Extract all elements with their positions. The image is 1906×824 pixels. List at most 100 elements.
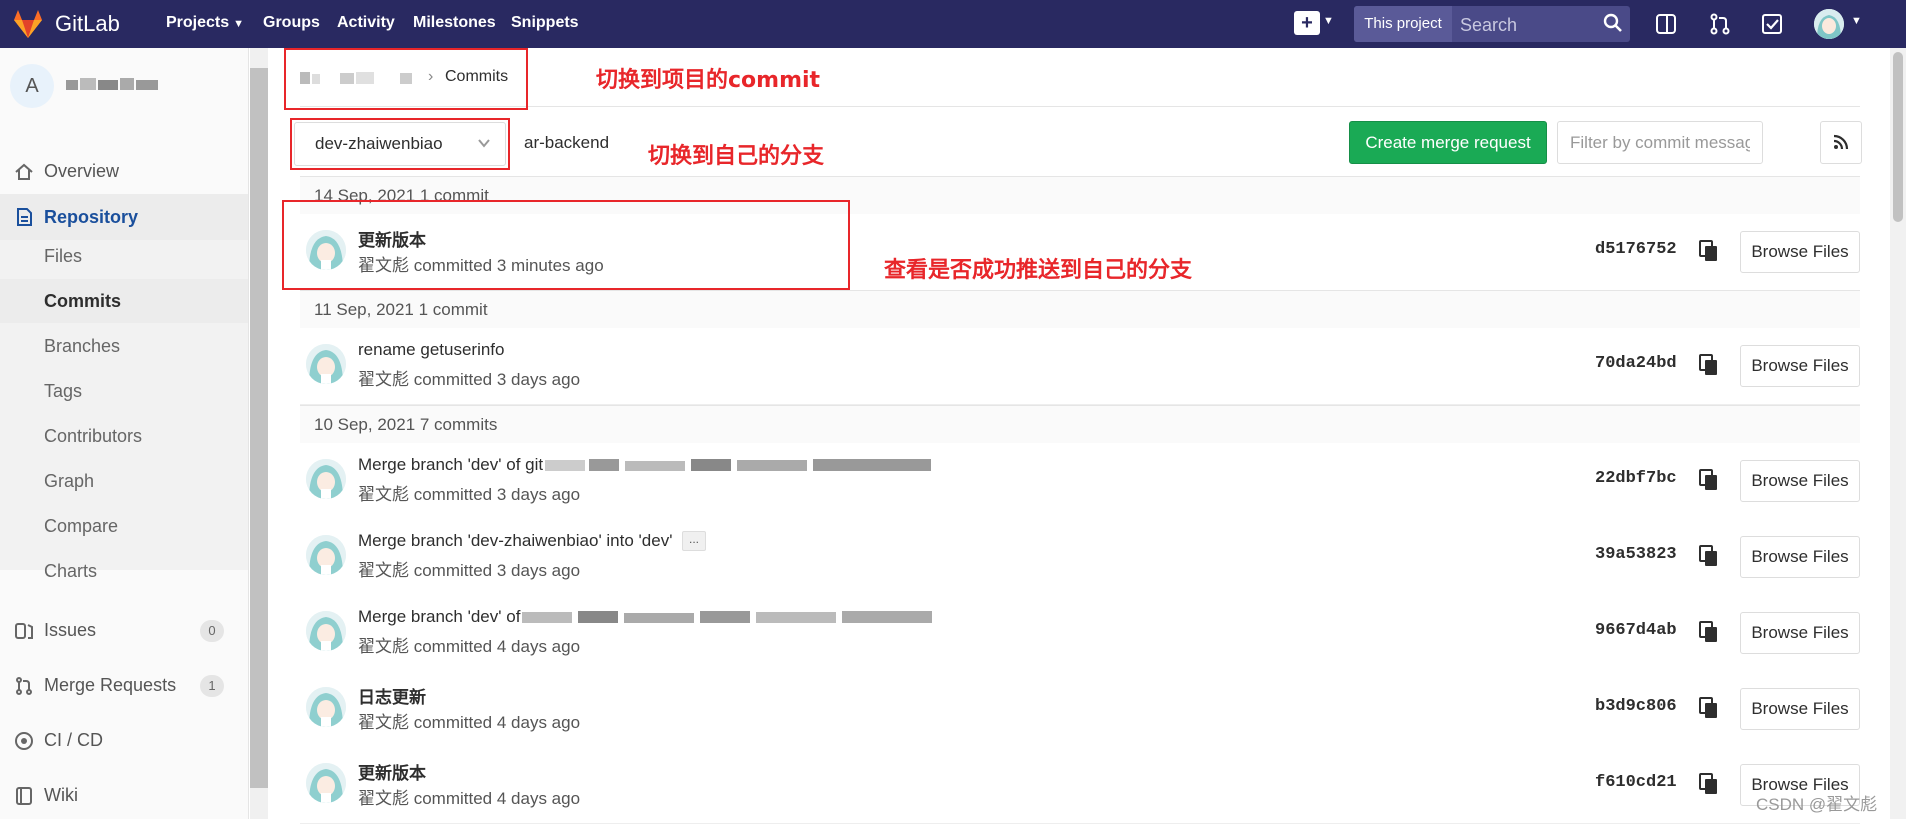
commit-sha[interactable]: 70da24bd [1595,354,1677,373]
nav-milestones[interactable]: Milestones [413,14,496,32]
sidebar-item-contributors[interactable]: Contributors [0,414,248,458]
search-icon[interactable] [1602,12,1624,34]
committer-avatar[interactable] [306,611,346,651]
commit-meta: 翟文彪 committed 3 days ago [358,561,581,580]
project-name-blurred[interactable] [66,76,166,92]
annotation-box-breadcrumb [284,48,528,110]
commit-sha[interactable]: 9667d4ab [1595,621,1677,640]
commit-sha[interactable]: d5176752 [1595,240,1677,259]
committer-avatar[interactable] [306,763,346,803]
annotation-box-latest-commit [282,200,850,290]
project-sidebar: A Overview Repository Files Commits Bran… [0,48,249,819]
merge-request-icon [16,677,32,695]
search-input[interactable] [1458,6,1602,42]
commit-meta: 翟文彪 committed 3 days ago [358,485,581,504]
browse-files-button[interactable]: Browse Files [1740,536,1860,578]
sidebar-item-overview[interactable]: Overview [0,151,248,191]
merge-request-icon[interactable] [1708,12,1732,36]
wiki-icon [16,787,32,805]
rss-icon [1833,134,1849,150]
commit-sha[interactable]: f610cd21 [1595,773,1677,792]
commit-title[interactable]: rename getuserinfo [358,340,504,360]
nav-snippets[interactable]: Snippets [511,14,579,32]
sidebar-item-branches[interactable]: Branches [0,324,248,368]
sidebar-scrollbar-thumb[interactable] [250,68,268,788]
page-scrollbar-thumb[interactable] [1893,52,1903,222]
ci-cd-icon [15,732,33,750]
repository-path: ar-backend [524,133,610,152]
user-avatar[interactable] [1814,9,1844,39]
anime-avatar-icon [306,344,346,384]
commit-sha[interactable]: 22dbf7bc [1595,469,1677,488]
nav-projects[interactable]: Projects ▼ [166,14,244,32]
create-merge-request-button[interactable]: Create merge request [1349,121,1547,164]
browse-files-button[interactable]: Browse Files [1740,612,1860,654]
committer-avatar[interactable] [306,535,346,575]
rss-feed-button[interactable] [1820,121,1862,164]
sidebar-item-charts[interactable]: Charts [0,549,248,593]
commit-title-blurred[interactable] [545,457,931,473]
sidebar-item-label: Repository [44,207,139,227]
copy-sha-icon[interactable] [1699,469,1719,491]
commit-title[interactable]: Merge branch 'dev-zhaiwenbiao' into 'dev… [358,531,672,551]
annotation-branch-hint: 切换到自己的分支 [648,144,825,169]
sidebar-toggle-icon[interactable] [1654,12,1678,36]
commit-title[interactable]: 更新版本 [358,759,426,784]
search-scope-label[interactable]: This project [1354,6,1452,42]
browse-files-button[interactable]: Browse Files [1740,345,1860,387]
plus-icon[interactable]: + [1294,11,1320,35]
sidebar-item-tags[interactable]: Tags [0,369,248,413]
sidebar-item-label: Issues [44,620,97,640]
commit-day-header: 10 Sep, 2021 7 commits [300,405,1860,445]
sidebar-item-ci-cd[interactable]: CI / CD [0,720,248,760]
nav-activity[interactable]: Activity [337,14,395,32]
commit-sha[interactable]: b3d9c806 [1595,697,1677,716]
copy-sha-icon[interactable] [1699,545,1719,567]
sidebar-item-label: Charts [44,561,98,581]
project-avatar[interactable]: A [10,64,54,108]
nav-groups[interactable]: Groups [263,14,320,32]
sidebar-item-graph[interactable]: Graph [0,459,248,503]
commit-meta: 翟文彪 committed 4 days ago [358,637,581,656]
browse-files-button[interactable]: Browse Files [1740,460,1860,502]
day-header-text: 10 Sep, 2021 7 commits [314,415,498,434]
commit-title[interactable]: Merge branch 'dev' of git [358,455,543,475]
anime-avatar-icon [306,763,346,803]
copy-sha-icon[interactable] [1699,621,1719,643]
copy-sha-icon[interactable] [1699,240,1719,262]
expand-commit-message-button[interactable]: ... [682,531,706,551]
committer-avatar[interactable] [306,687,346,727]
commit-sha[interactable]: 39a53823 [1595,545,1677,564]
sidebar-item-label: Contributors [44,426,143,446]
copy-sha-icon[interactable] [1699,773,1719,795]
committer-avatar[interactable] [306,459,346,499]
search-box: This project [1354,6,1630,42]
sidebar-item-compare[interactable]: Compare [0,504,248,548]
commit-title[interactable]: Merge branch 'dev' of [358,607,520,627]
copy-sha-icon[interactable] [1699,697,1719,719]
commit-title-blurred[interactable] [522,609,932,625]
committer-avatar[interactable] [306,344,346,384]
todo-check-icon[interactable] [1760,12,1784,36]
brand-name[interactable]: GitLab [55,11,120,37]
copy-sha-icon[interactable] [1699,354,1719,376]
commit-row: rename getuserinfo 翟文彪 committed 3 days … [300,328,1860,405]
commit-title[interactable]: 日志更新 [358,683,426,708]
browse-files-button[interactable]: Browse Files [1740,688,1860,730]
chevron-down-icon[interactable]: ▼ [1323,15,1334,27]
commit-row: 日志更新 翟文彪 committed 4 days ago b3d9c806 B… [300,671,1860,748]
sidebar-item-commits[interactable]: Commits [0,279,248,323]
commit-filter-input[interactable] [1557,121,1763,164]
csdn-watermark: CSDN @翟文彪 [1756,795,1878,814]
sidebar-item-issues[interactable]: Issues 0 [0,610,248,650]
sidebar-item-merge-requests[interactable]: Merge Requests 1 [0,665,248,705]
browse-files-button[interactable]: Browse Files [1740,231,1860,273]
commit-meta: 翟文彪 committed 4 days ago [358,789,581,808]
anime-avatar-icon [306,459,346,499]
sidebar-item-files[interactable]: Files [0,234,248,278]
issues-count-badge: 0 [200,620,224,642]
chevron-down-icon[interactable]: ▼ [1851,15,1862,27]
gitlab-logo-icon[interactable] [12,8,44,40]
sidebar-item-label: Commits [44,291,122,311]
sidebar-item-wiki[interactable]: Wiki [0,775,248,815]
